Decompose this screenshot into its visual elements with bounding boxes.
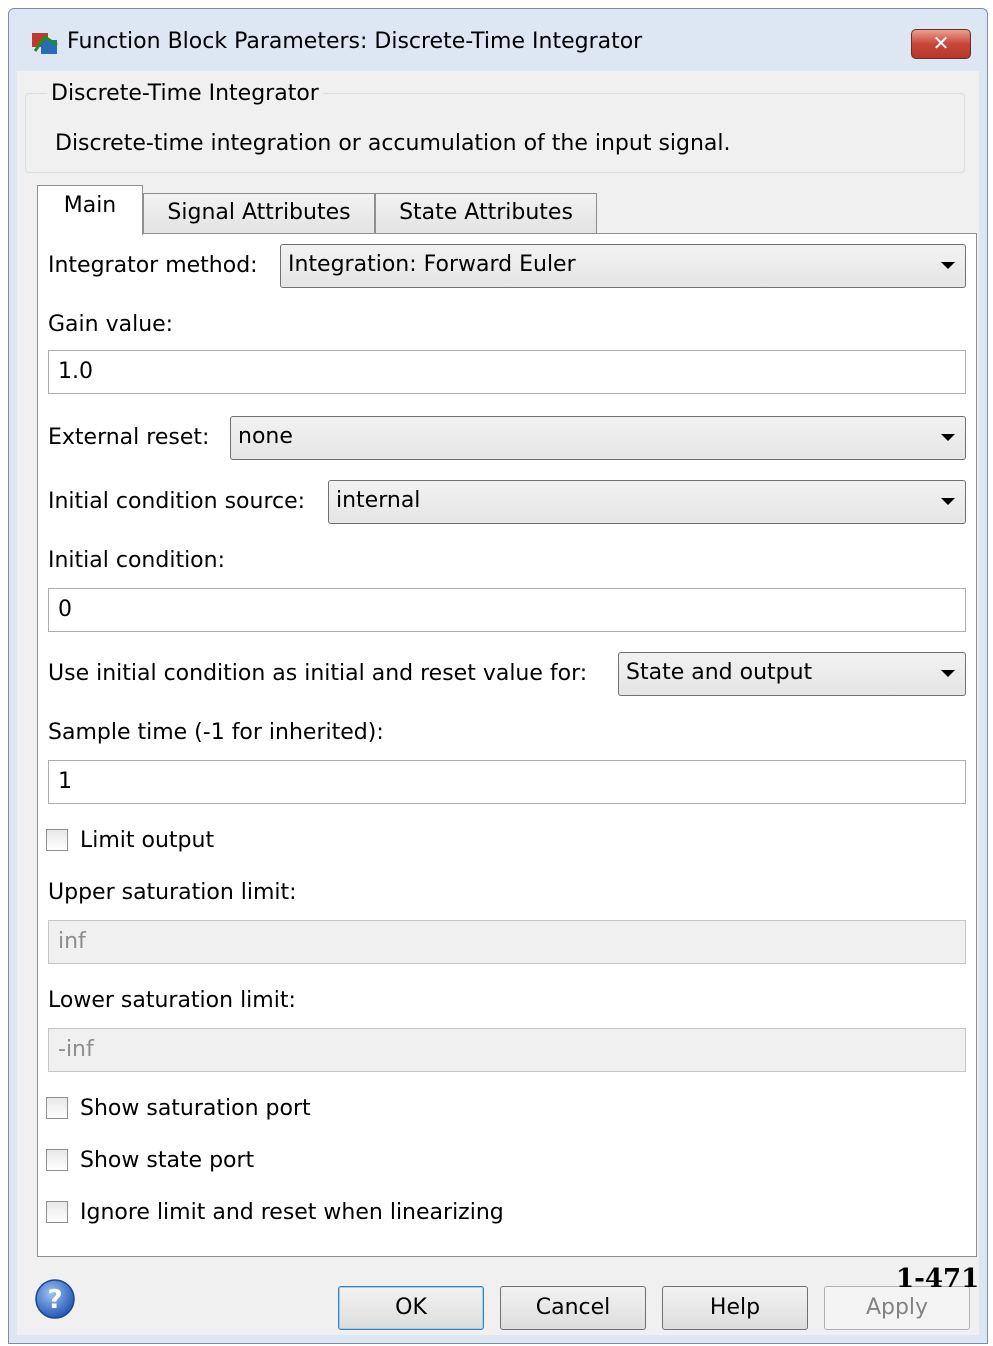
chevron-down-icon — [941, 262, 955, 269]
integrator-method-dropdown[interactable]: Integration: Forward Euler — [280, 244, 966, 288]
block-name-legend: Discrete-Time Integrator — [47, 79, 323, 109]
show-saturation-port-label[interactable]: Show saturation port — [80, 1094, 311, 1124]
page-number: 1-471 — [896, 1264, 980, 1294]
tab-signal-attributes[interactable]: Signal Attributes — [143, 193, 375, 233]
svg-text:?: ? — [47, 1285, 62, 1315]
show-state-port-label[interactable]: Show state port — [80, 1146, 254, 1176]
limit-output-label[interactable]: Limit output — [80, 826, 214, 856]
tab-state-attributes[interactable]: State Attributes — [375, 193, 597, 233]
initial-condition-field[interactable]: 0 — [48, 588, 966, 632]
integrator-method-label: Integrator method: — [48, 253, 258, 278]
show-saturation-port-checkbox[interactable] — [46, 1097, 68, 1119]
title-bar[interactable]: Function Block Parameters: Discrete-Time… — [9, 9, 987, 69]
window-title: Function Block Parameters: Discrete-Time… — [67, 29, 643, 54]
dialog-window: Function Block Parameters: Discrete-Time… — [8, 8, 988, 1344]
initial-condition-label: Initial condition: — [48, 548, 225, 573]
sample-time-label: Sample time (-1 for inherited): — [48, 720, 384, 745]
help-button[interactable]: Help — [662, 1286, 808, 1330]
question-mark-icon[interactable]: ? — [34, 1278, 76, 1320]
sample-time-field[interactable]: 1 — [48, 760, 966, 804]
ok-button[interactable]: OK — [338, 1286, 484, 1330]
upper-saturation-limit-field: inf — [48, 920, 966, 964]
limit-output-checkbox[interactable] — [46, 829, 68, 851]
dialog-client-area: Discrete-Time Integrator Discrete-time i… — [17, 71, 979, 1335]
lower-saturation-limit-label: Lower saturation limit: — [48, 988, 296, 1013]
close-button[interactable]: ✕ — [911, 29, 971, 59]
external-reset-value: none — [238, 424, 293, 449]
initial-condition-source-label: Initial condition source: — [48, 489, 306, 514]
lower-saturation-limit-field: -inf — [48, 1028, 966, 1072]
use-initial-condition-dropdown[interactable]: State and output — [618, 652, 966, 696]
initial-condition-source-value: internal — [336, 488, 421, 513]
ignore-limit-checkbox[interactable] — [46, 1201, 68, 1223]
chevron-down-icon — [941, 498, 955, 505]
simulink-block-icon — [32, 33, 58, 54]
show-state-port-checkbox[interactable] — [46, 1149, 68, 1171]
gain-value-field[interactable]: 1.0 — [48, 350, 966, 394]
external-reset-label: External reset: — [48, 425, 210, 450]
block-description: Discrete-time integration or accumulatio… — [55, 131, 731, 156]
external-reset-dropdown[interactable]: none — [230, 416, 966, 460]
initial-condition-source-dropdown[interactable]: internal — [328, 480, 966, 524]
cancel-button[interactable]: Cancel — [500, 1286, 646, 1330]
integrator-method-value: Integration: Forward Euler — [288, 252, 576, 277]
close-icon: ✕ — [932, 31, 950, 55]
chevron-down-icon — [941, 670, 955, 677]
tab-main[interactable]: Main — [37, 185, 143, 235]
gain-value-label: Gain value: — [48, 312, 174, 337]
ignore-limit-label[interactable]: Ignore limit and reset when linearizing — [80, 1198, 504, 1228]
use-initial-condition-value: State and output — [626, 660, 813, 685]
use-initial-condition-label: Use initial condition as initial and res… — [48, 661, 588, 686]
main-tab-panel: Integrator method: Integration: Forward … — [37, 233, 977, 1257]
upper-saturation-limit-label: Upper saturation limit: — [48, 880, 297, 905]
chevron-down-icon — [941, 434, 955, 441]
